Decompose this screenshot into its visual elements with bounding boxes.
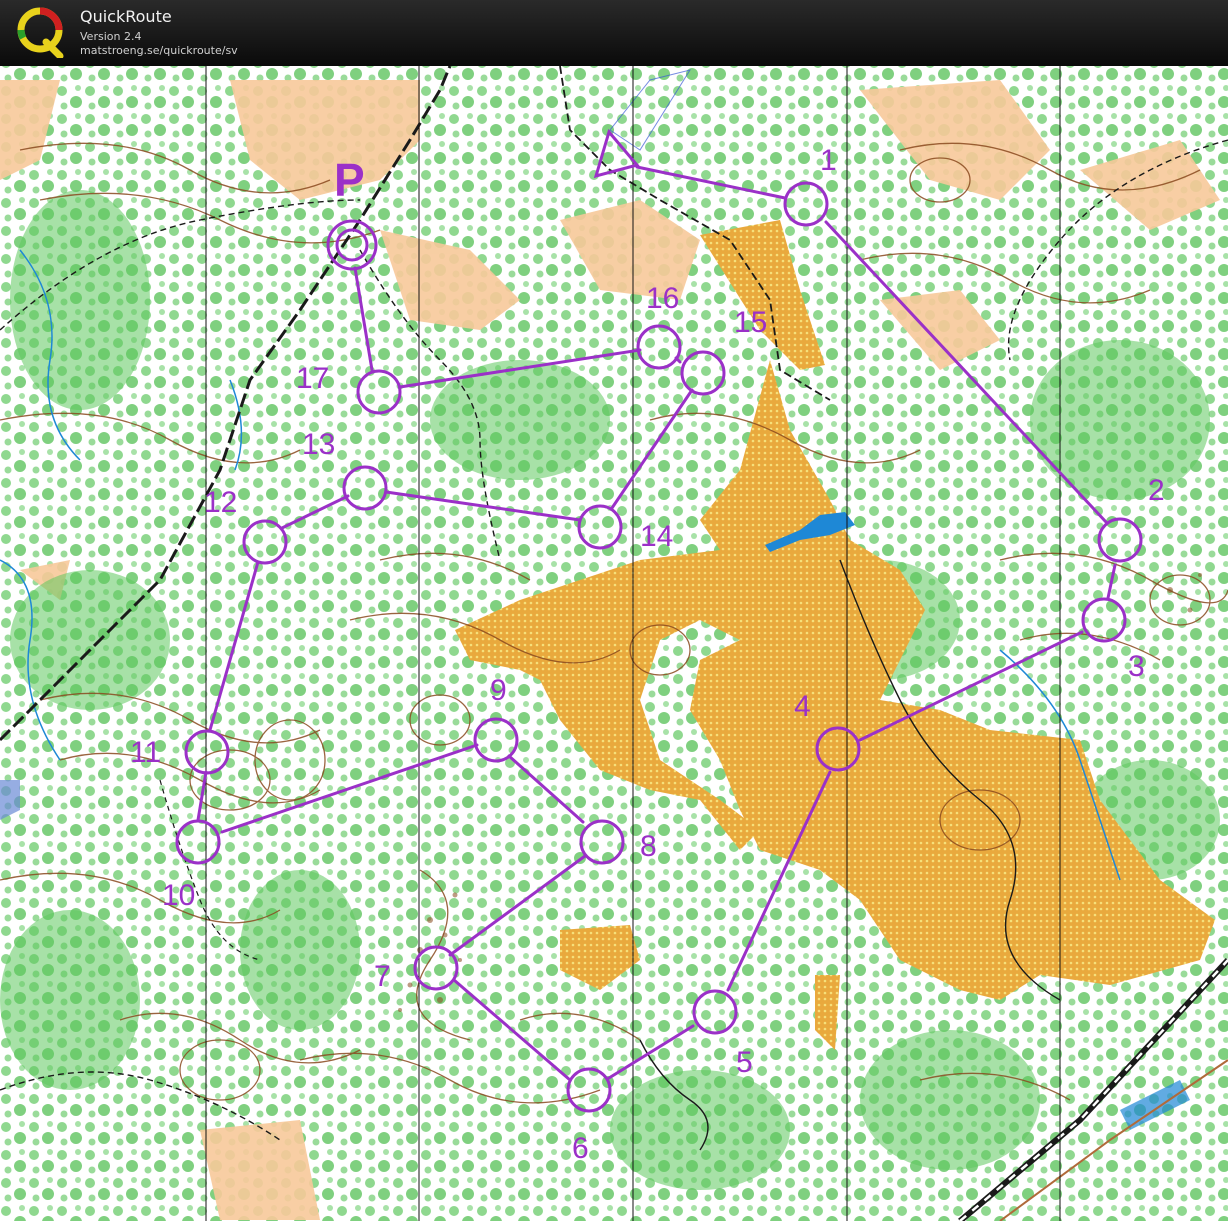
control-number-6: 6 <box>572 1132 589 1165</box>
app-url: matstroeng.se/quickroute/sv <box>80 44 238 57</box>
control-number-17: 17 <box>296 362 329 395</box>
control-number-11: 11 <box>130 736 161 769</box>
control-number-10: 10 <box>162 879 195 912</box>
control-number-4: 4 <box>794 690 811 723</box>
control-number-14: 14 <box>640 520 673 553</box>
control-number-2: 2 <box>1148 474 1165 507</box>
control-number-13: 13 <box>302 428 335 461</box>
control-number-7: 7 <box>374 960 391 993</box>
title-bar: QuickRoute Version 2.4 matstroeng.se/qui… <box>0 0 1228 66</box>
app-title: QuickRoute <box>80 7 172 26</box>
control-number-5: 5 <box>736 1046 753 1079</box>
parking-label: P <box>334 154 365 206</box>
orienteering-map[interactable]: P 1 2 3 4 5 6 7 8 9 10 11 12 13 14 15 16… <box>0 66 1228 1221</box>
control-number-15: 15 <box>734 306 767 339</box>
quickroute-logo-icon <box>17 7 64 58</box>
control-number-3: 3 <box>1128 650 1145 683</box>
control-number-12: 12 <box>204 486 237 519</box>
control-number-16: 16 <box>646 282 679 315</box>
app-version: Version 2.4 <box>80 30 142 43</box>
control-number-9: 9 <box>490 674 507 707</box>
control-number-8: 8 <box>640 830 657 863</box>
control-number-1: 1 <box>820 144 837 177</box>
